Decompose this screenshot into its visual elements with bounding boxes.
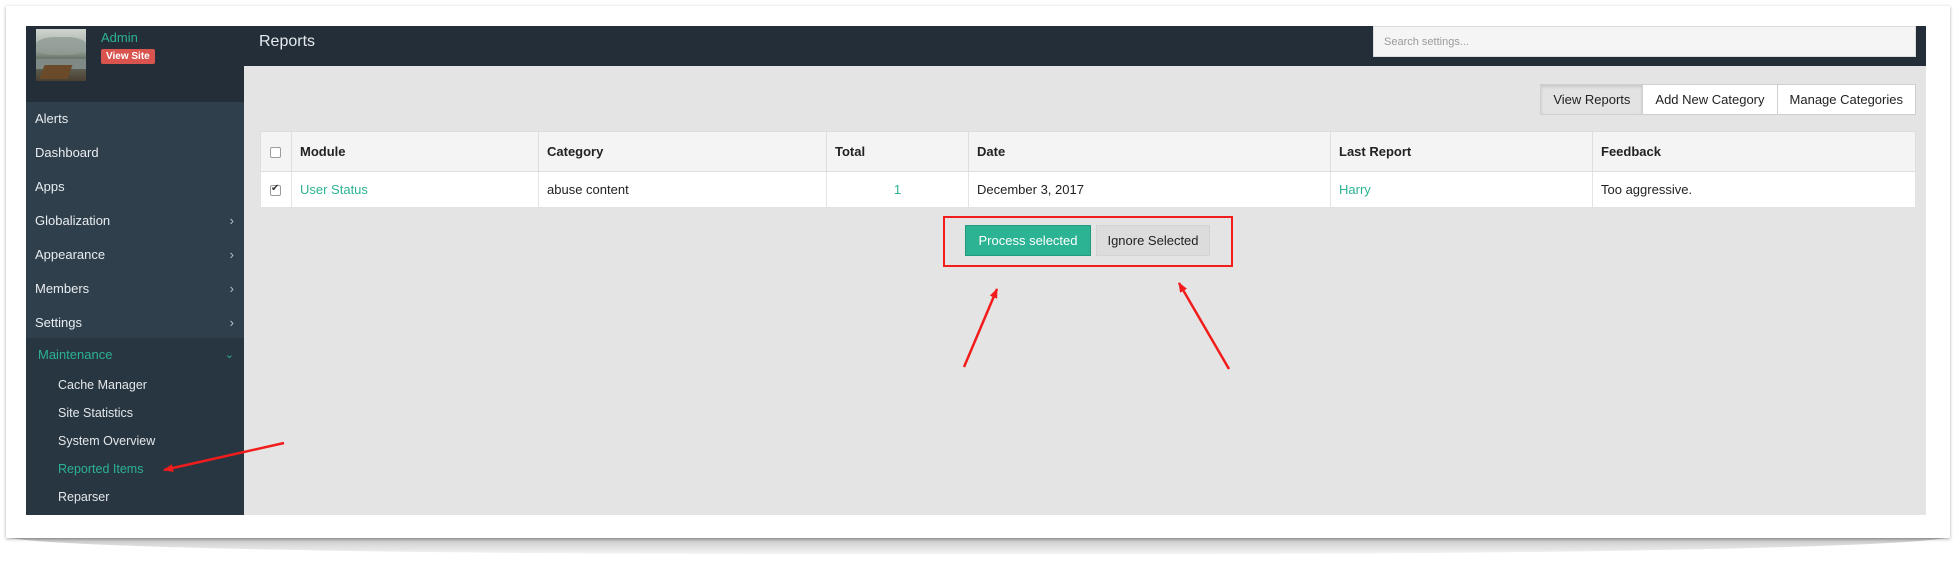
column-header-category[interactable]: Category xyxy=(538,131,827,172)
sidebar-item-label: Settings xyxy=(35,315,82,330)
chevron-right-icon: › xyxy=(229,281,234,296)
cell-feedback: Too aggressive. xyxy=(1592,171,1916,208)
sidebar-item-apps[interactable]: Apps xyxy=(26,170,244,204)
table-header-row: Module Category Total Date Last Report F… xyxy=(260,131,1916,172)
cell-category: abuse content xyxy=(538,171,827,208)
sidebar-group-maintenance: Maintenance ⌄ Cache Manager Site Statisti… xyxy=(26,338,244,515)
tab-view-reports[interactable]: View Reports xyxy=(1540,84,1644,115)
column-header-module[interactable]: Module xyxy=(291,131,539,172)
sidebar-item-label: Alerts xyxy=(35,111,69,126)
chevron-right-icon: › xyxy=(229,315,234,330)
sidebar-item-alerts[interactable]: Alerts xyxy=(26,102,244,136)
total-link[interactable]: 1 xyxy=(894,182,901,197)
sidebar-subitem-cache-manager[interactable]: Cache Manager xyxy=(58,378,147,392)
sidebar-profile: Admin View Site xyxy=(26,26,244,102)
page-title: Reports xyxy=(259,33,316,50)
table-row: User Status abuse content 1 December 3, … xyxy=(260,171,1916,208)
topbar: Reports xyxy=(244,26,1926,66)
sidebar-item-label: Maintenance xyxy=(38,347,113,362)
avatar[interactable] xyxy=(36,29,86,81)
row-checkbox[interactable] xyxy=(270,183,281,197)
cell-date: December 3, 2017 xyxy=(968,171,1331,208)
ignore-selected-button[interactable]: Ignore Selected xyxy=(1096,225,1210,256)
view-site-button[interactable]: View Site xyxy=(101,49,155,64)
tab-add-new-category[interactable]: Add New Category xyxy=(1643,84,1778,115)
column-header-feedback[interactable]: Feedback xyxy=(1592,131,1916,172)
select-all-cell xyxy=(260,131,292,172)
sidebar-item-maintenance[interactable]: Maintenance ⌄ xyxy=(26,338,244,372)
chevron-down-icon: ⌄ xyxy=(224,349,234,361)
sidebar-subitem-site-statistics[interactable]: Site Statistics xyxy=(58,406,133,420)
sidebar-item-label: Appearance xyxy=(35,247,106,262)
chevron-right-icon: › xyxy=(229,247,234,262)
row-select-cell xyxy=(260,171,292,208)
cell-total: 1 xyxy=(826,171,969,208)
column-header-last-report[interactable]: Last Report xyxy=(1330,131,1593,172)
sidebar-item-label: Globalization xyxy=(35,213,111,228)
module-link[interactable]: User Status xyxy=(300,182,368,197)
sidebar-item-label: Members xyxy=(35,281,90,296)
admin-username[interactable]: Admin xyxy=(101,30,138,45)
sidebar-subitem-system-overview[interactable]: System Overview xyxy=(58,434,155,448)
process-selected-button[interactable]: Process selected xyxy=(965,225,1091,256)
sidebar-item-dashboard[interactable]: Dashboard xyxy=(26,136,244,170)
sidebar: Admin View Site Alerts Dashboard Apps Gl… xyxy=(26,26,244,515)
cell-last-report: Harry xyxy=(1330,171,1593,208)
page-shadow xyxy=(6,536,1950,554)
select-all-checkbox[interactable] xyxy=(270,147,281,159)
sidebar-item-members[interactable]: Members › xyxy=(26,272,244,306)
sidebar-item-globalization[interactable]: Globalization › xyxy=(26,204,244,238)
cell-module: User Status xyxy=(291,171,539,208)
sidebar-item-label: Dashboard xyxy=(35,145,99,160)
chevron-right-icon: › xyxy=(229,213,234,228)
tab-group: View Reports Add New Category Manage Cat… xyxy=(1540,84,1916,115)
sidebar-item-appearance[interactable]: Appearance › xyxy=(26,238,244,272)
reporter-link[interactable]: Harry xyxy=(1339,182,1371,197)
sidebar-subitem-reparser[interactable]: Reparser xyxy=(58,490,109,504)
main-content: View Reports Add New Category Manage Cat… xyxy=(244,66,1926,515)
column-header-date[interactable]: Date xyxy=(968,131,1331,172)
sidebar-item-settings[interactable]: Settings › xyxy=(26,306,244,340)
column-header-total[interactable]: Total xyxy=(826,131,969,172)
sidebar-item-label: Apps xyxy=(35,179,65,194)
search-input[interactable] xyxy=(1373,26,1916,57)
sidebar-subitem-reported-items[interactable]: Reported Items xyxy=(58,462,143,476)
reports-table: Module Category Total Date Last Report F… xyxy=(260,131,1916,208)
tab-manage-categories[interactable]: Manage Categories xyxy=(1777,84,1916,115)
